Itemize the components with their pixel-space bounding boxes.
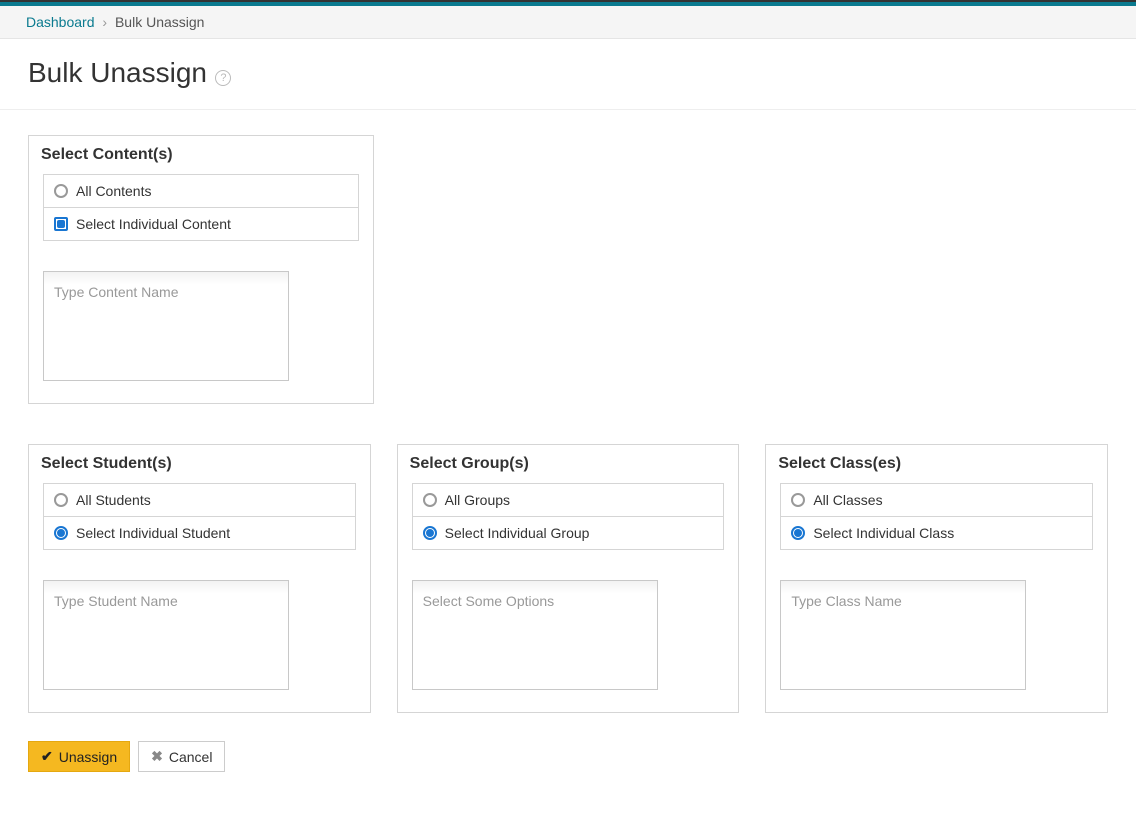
student-individual-option[interactable]: Select Individual Student (43, 517, 356, 550)
help-icon[interactable]: ? (215, 70, 231, 86)
panel-group-title: Select Group(s) (398, 445, 739, 481)
group-individual-label: Select Individual Group (445, 525, 590, 541)
cancel-label: Cancel (169, 749, 213, 765)
class-individual-label: Select Individual Class (813, 525, 954, 541)
class-all-label: All Classes (813, 492, 882, 508)
breadcrumb: Dashboard › Bulk Unassign (0, 6, 1136, 39)
class-name-input[interactable]: Type Class Name (780, 580, 1026, 690)
main-content: Select Content(s) All Contents Select In… (0, 110, 1136, 797)
breadcrumb-current: Bulk Unassign (115, 14, 205, 30)
group-individual-option[interactable]: Select Individual Group (412, 517, 725, 550)
class-individual-option[interactable]: Select Individual Class (780, 517, 1093, 550)
panel-group: Select Group(s) All Groups Select Indivi… (397, 444, 740, 713)
close-icon: ✖ (151, 748, 163, 765)
radio-unchecked-icon (54, 493, 68, 507)
action-bar: ✔ Unassign ✖ Cancel (28, 741, 1108, 772)
panel-student-body: All Students Select Individual Student T… (29, 481, 370, 712)
student-individual-label: Select Individual Student (76, 525, 230, 541)
panel-student-title: Select Student(s) (29, 445, 370, 481)
checkbox-checked-icon (54, 217, 68, 231)
student-all-label: All Students (76, 492, 151, 508)
panel-content: Select Content(s) All Contents Select In… (28, 135, 374, 404)
student-name-input[interactable]: Type Student Name (43, 580, 289, 690)
panel-student: Select Student(s) All Students Select In… (28, 444, 371, 713)
radio-unchecked-icon (423, 493, 437, 507)
group-all-option[interactable]: All Groups (412, 483, 725, 517)
group-options-input[interactable]: Select Some Options (412, 580, 658, 690)
check-icon: ✔ (41, 748, 53, 765)
breadcrumb-root-link[interactable]: Dashboard (26, 14, 95, 30)
panel-class-title: Select Class(es) (766, 445, 1107, 481)
unassign-button[interactable]: ✔ Unassign (28, 741, 130, 772)
radio-checked-icon (423, 526, 437, 540)
panel-row: Select Student(s) All Students Select In… (28, 444, 1108, 713)
page-title: Bulk Unassign (28, 57, 207, 89)
panel-content-title: Select Content(s) (29, 136, 373, 172)
content-name-input[interactable]: Type Content Name (43, 271, 289, 381)
radio-unchecked-icon (791, 493, 805, 507)
panel-group-body: All Groups Select Individual Group Selec… (398, 481, 739, 712)
group-all-label: All Groups (445, 492, 510, 508)
panel-content-body: All Contents Select Individual Content T… (29, 172, 373, 403)
content-all-option[interactable]: All Contents (43, 174, 359, 208)
student-all-option[interactable]: All Students (43, 483, 356, 517)
cancel-button[interactable]: ✖ Cancel (138, 741, 225, 772)
content-individual-option[interactable]: Select Individual Content (43, 208, 359, 241)
content-individual-label: Select Individual Content (76, 216, 231, 232)
panel-class: Select Class(es) All Classes Select Indi… (765, 444, 1108, 713)
radio-checked-icon (791, 526, 805, 540)
panel-class-body: All Classes Select Individual Class Type… (766, 481, 1107, 712)
chevron-right-icon: › (102, 14, 107, 30)
radio-unchecked-icon (54, 184, 68, 198)
page-title-row: Bulk Unassign ? (0, 39, 1136, 110)
content-all-label: All Contents (76, 183, 151, 199)
class-all-option[interactable]: All Classes (780, 483, 1093, 517)
radio-checked-icon (54, 526, 68, 540)
unassign-label: Unassign (59, 749, 117, 765)
